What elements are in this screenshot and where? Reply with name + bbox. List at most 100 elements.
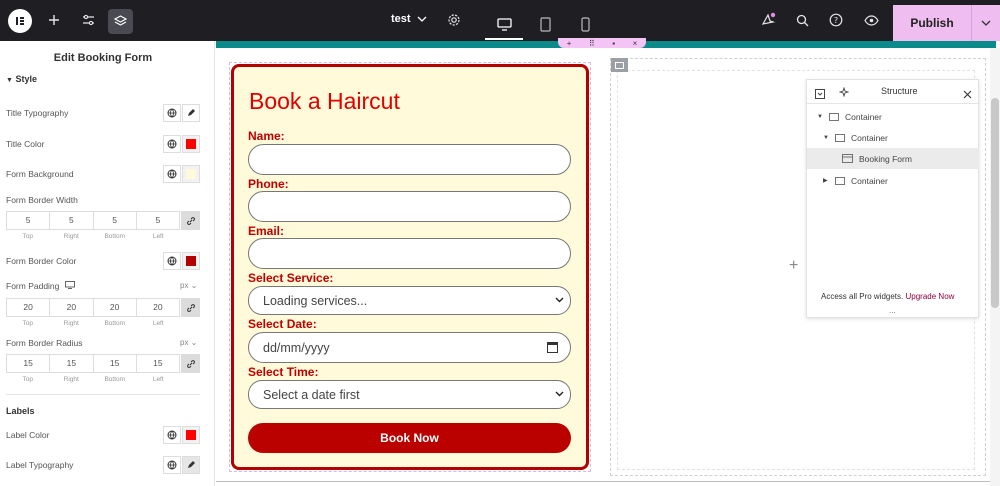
border-width-inputs: 5 5 5 5 (6, 211, 180, 230)
label-color-label: Label Color (6, 430, 50, 440)
book-now-button[interactable]: Book Now (248, 423, 571, 453)
collapse-all-icon[interactable] (815, 86, 825, 104)
form-background-swatch[interactable] (182, 165, 200, 183)
border-width-right-input[interactable]: 5 (50, 212, 94, 229)
edit-pencil-icon[interactable] (182, 104, 200, 122)
close-icon[interactable] (963, 86, 972, 104)
global-icon[interactable] (163, 104, 181, 122)
form-border-color-swatch[interactable] (182, 252, 200, 270)
preview-eye-icon[interactable] (861, 10, 881, 30)
search-icon[interactable] (792, 10, 812, 30)
structure-item-container[interactable]: ▼ Container (807, 106, 979, 127)
canvas-scrollbar[interactable] (990, 48, 1000, 486)
email-input[interactable] (248, 238, 571, 269)
elementor-logo-icon[interactable] (8, 9, 32, 33)
side-label-bottom: Bottom (104, 233, 126, 240)
form-border-color-label: Form Border Color (6, 256, 77, 266)
structure-item-booking-form[interactable]: Booking Form (807, 148, 979, 169)
pro-widgets-text: Access all Pro widgets. (821, 292, 904, 301)
label-color-swatch[interactable] (182, 426, 200, 444)
form-border-width-label: Form Border Width (6, 195, 78, 205)
link-values-icon[interactable] (181, 211, 200, 230)
service-select[interactable]: Loading services... (248, 286, 571, 315)
border-width-top-input[interactable]: 5 (7, 212, 51, 229)
structure-header: Structure (807, 80, 980, 104)
radius-unit-select[interactable]: px ⌄ (180, 338, 197, 347)
editor-panel: Edit Booking Form ▼ Style Title Typograp… (0, 41, 215, 486)
side-label-left: Left (152, 233, 164, 240)
container-handle[interactable]: + ⠿ ▪ × (558, 38, 646, 48)
upgrade-now-link[interactable]: Upgrade Now (906, 292, 955, 301)
radius-bottom-input[interactable]: 15 (94, 355, 137, 372)
labels-section-heading: Labels (6, 406, 35, 416)
link-values-icon[interactable] (181, 354, 200, 373)
padding-inputs: 20 20 20 20 (6, 298, 180, 317)
canvas-bottom-border (216, 481, 990, 482)
global-icon[interactable] (163, 165, 181, 183)
add-element-icon[interactable] (44, 10, 64, 30)
padding-top-input[interactable]: 20 (7, 299, 51, 316)
structure-resize-handle[interactable]: ... (889, 306, 896, 315)
close-icon[interactable]: × (633, 39, 638, 48)
name-input[interactable] (248, 144, 571, 175)
structure-item-container[interactable]: ▼ Container (807, 127, 979, 148)
radius-left-input[interactable]: 15 (137, 355, 179, 372)
scrollbar-thumb[interactable] (991, 98, 999, 308)
radius-inputs: 15 15 15 15 (6, 354, 180, 373)
padding-left-input[interactable]: 20 (137, 299, 179, 316)
publish-options-button[interactable] (971, 5, 1000, 41)
padding-unit-select[interactable]: px ⌄ (180, 281, 197, 290)
form-border-radius-label: Form Border Radius (6, 338, 83, 348)
padding-bottom-input[interactable]: 20 (94, 299, 137, 316)
global-icon[interactable] (163, 252, 181, 270)
edit-pencil-icon[interactable] (182, 456, 200, 474)
radius-right-input[interactable]: 15 (50, 355, 94, 372)
phone-input[interactable] (248, 191, 571, 222)
service-label: Select Service: (248, 271, 334, 285)
structure-item-container[interactable]: ▶ Container (807, 170, 979, 191)
radius-top-input[interactable]: 15 (7, 355, 51, 372)
style-section-toggle[interactable]: ▼ Style (6, 74, 37, 84)
tablet-view-button[interactable] (526, 9, 564, 39)
time-select[interactable]: Select a date first (248, 380, 571, 409)
calendar-icon[interactable] (547, 342, 558, 353)
global-icon[interactable] (163, 426, 181, 444)
title-color-swatch[interactable] (182, 135, 200, 153)
form-background-label: Form Background (6, 169, 74, 179)
padding-right-input[interactable]: 20 (50, 299, 94, 316)
global-icon[interactable] (163, 456, 181, 474)
date-label: Select Date: (248, 317, 317, 331)
container-select-handle[interactable] (611, 58, 628, 72)
border-width-bottom-input[interactable]: 5 (94, 212, 137, 229)
publish-button[interactable]: Publish (893, 5, 971, 41)
phone-label: Phone: (248, 177, 289, 191)
drag-grid-icon[interactable]: ⠿ (589, 39, 595, 48)
border-width-left-input[interactable]: 5 (137, 212, 179, 229)
settings-icon[interactable]: ▪ (612, 39, 615, 48)
caret-down-icon[interactable]: ▼ (817, 114, 829, 120)
date-input[interactable]: dd/mm/yyyy (248, 332, 571, 363)
document-name-menu[interactable]: test (391, 13, 427, 25)
site-settings-icon[interactable] (78, 10, 98, 30)
radius-unit-value: px (180, 338, 189, 347)
desktop-responsive-icon[interactable] (65, 281, 76, 291)
add-icon[interactable]: + (567, 39, 572, 48)
global-icon[interactable] (163, 135, 181, 153)
side-label-bottom: Bottom (104, 320, 126, 327)
notifications-icon[interactable] (758, 10, 778, 30)
title-typography-label: Title Typography (6, 108, 69, 118)
desktop-view-button[interactable] (485, 9, 523, 40)
help-icon[interactable]: ? (826, 10, 846, 30)
chevron-down-icon (417, 13, 427, 25)
page-settings-gear-icon[interactable] (444, 10, 464, 30)
ai-sparkle-icon[interactable] (838, 85, 850, 103)
time-select-value: Select a date first (263, 387, 360, 402)
caret-down-icon[interactable]: ▼ (823, 135, 835, 141)
link-values-icon[interactable] (181, 298, 200, 317)
caret-right-icon[interactable]: ▶ (823, 177, 835, 184)
mobile-view-button[interactable] (566, 9, 604, 39)
side-label-top: Top (22, 376, 33, 383)
add-element-plus-icon[interactable]: + (789, 257, 798, 275)
structure-layers-icon[interactable] (108, 9, 133, 34)
form-title: Book a Haircut (249, 88, 400, 114)
